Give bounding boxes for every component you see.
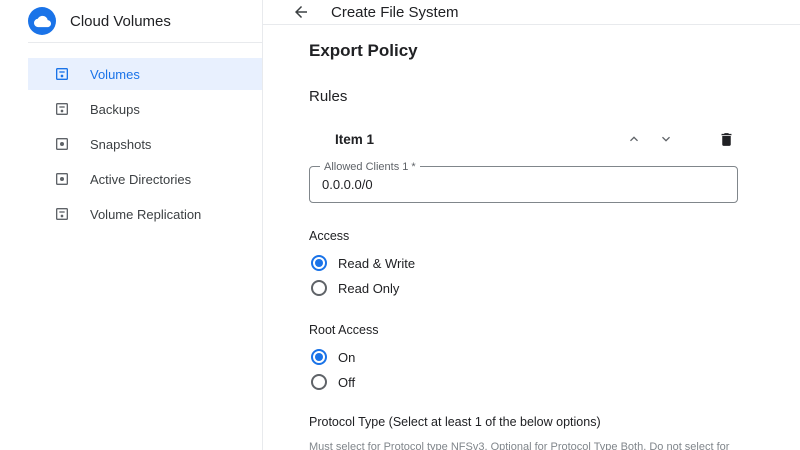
sidebar-item-label: Volumes — [90, 67, 140, 82]
radio-selected-icon — [311, 349, 327, 365]
replication-icon — [54, 206, 70, 222]
access-label: Access — [309, 229, 738, 243]
chevron-up-icon[interactable] — [622, 127, 646, 151]
rule-item-controls — [622, 127, 738, 151]
protocol-helper-text: Must select for Protocol type NFSv3. Opt… — [309, 439, 738, 450]
chevron-down-icon[interactable] — [654, 127, 678, 151]
sidebar-nav: Volumes Backups Snapshots Active Directo… — [28, 43, 262, 233]
radio-option-label: Read Only — [338, 281, 399, 296]
rule-item-title: Item 1 — [335, 132, 622, 147]
radio-unselected-icon — [311, 374, 327, 390]
sidebar-header: Cloud Volumes — [28, 0, 262, 43]
radio-selected-icon — [311, 255, 327, 271]
section-title: Export Policy — [309, 41, 738, 61]
access-option-read-write[interactable]: Read & Write — [309, 254, 738, 272]
form-content: Export Policy Rules Item 1 — [263, 25, 800, 450]
sidebar-item-label: Backups — [90, 102, 140, 117]
sidebar-item-volumes[interactable]: Volumes — [28, 58, 262, 90]
sidebar-item-active-directories[interactable]: Active Directories — [28, 163, 262, 195]
sidebar-item-snapshots[interactable]: Snapshots — [28, 128, 262, 160]
radio-option-label: Off — [338, 375, 355, 390]
app-window: Cloud Volumes Volumes Backups Snapshots — [0, 0, 800, 450]
back-arrow-icon[interactable] — [289, 0, 313, 24]
protocol-type-label: Protocol Type (Select at least 1 of the … — [309, 415, 738, 429]
radio-unselected-icon — [311, 280, 327, 296]
radio-option-label: Read & Write — [338, 256, 415, 271]
snapshot-icon — [54, 136, 70, 152]
sidebar-item-label: Active Directories — [90, 172, 191, 187]
page-header: Create File System — [263, 0, 800, 25]
root-access-label: Root Access — [309, 323, 738, 337]
sidebar-item-backups[interactable]: Backups — [28, 93, 262, 125]
allowed-clients-field: Allowed Clients 1 * — [309, 166, 738, 203]
rule-item-header: Item 1 — [309, 127, 738, 151]
page-title: Create File System — [331, 4, 459, 21]
access-option-read-only[interactable]: Read Only — [309, 279, 738, 297]
directory-icon — [54, 171, 70, 187]
main-panel: Create File System Export Policy Rules I… — [263, 0, 800, 450]
sidebar: Cloud Volumes Volumes Backups Snapshots — [0, 0, 263, 450]
rules-title: Rules — [309, 88, 738, 105]
cloud-icon — [28, 7, 56, 35]
radio-option-label: On — [338, 350, 355, 365]
sidebar-item-label: Volume Replication — [90, 207, 201, 222]
volume-icon — [54, 66, 70, 82]
sidebar-item-label: Snapshots — [90, 137, 151, 152]
root-access-option-on[interactable]: On — [309, 348, 738, 366]
sidebar-item-volume-replication[interactable]: Volume Replication — [28, 198, 262, 230]
app-title: Cloud Volumes — [70, 13, 171, 30]
trash-icon[interactable] — [714, 127, 738, 151]
allowed-clients-label: Allowed Clients 1 * — [320, 161, 420, 173]
backup-icon — [54, 101, 70, 117]
allowed-clients-input[interactable] — [322, 177, 725, 192]
root-access-option-off[interactable]: Off — [309, 373, 738, 391]
